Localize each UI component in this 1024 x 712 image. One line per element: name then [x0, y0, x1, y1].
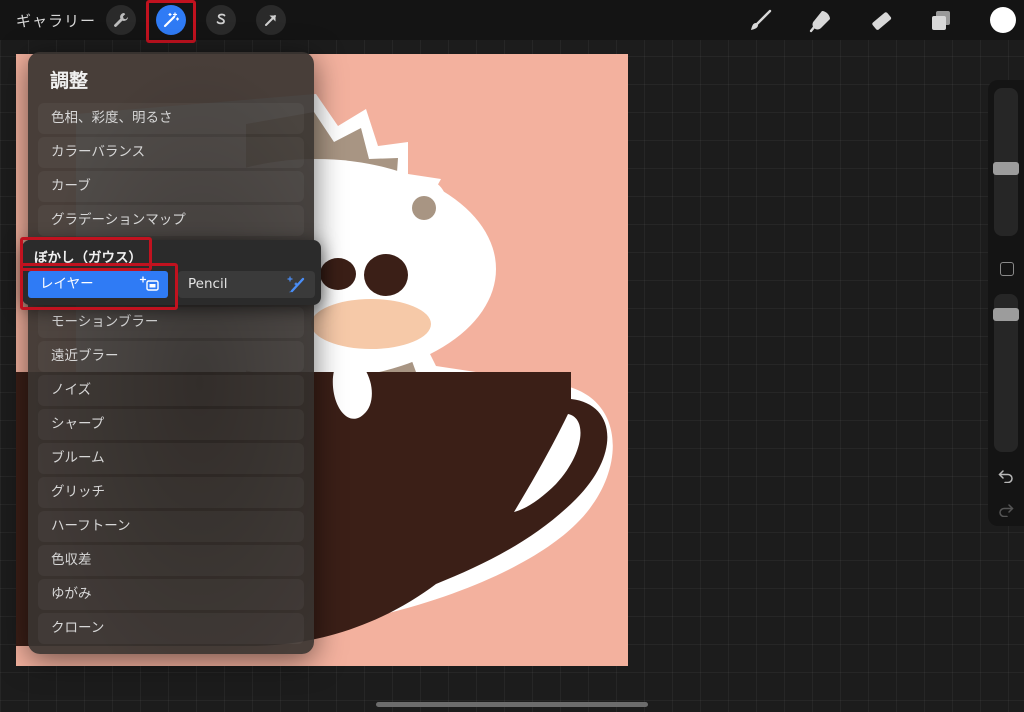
adjustments-highlight	[146, 0, 196, 43]
menu-item-noise[interactable]: ノイズ	[38, 375, 304, 406]
transform-arrow-icon[interactable]	[256, 5, 286, 35]
wrench-icon[interactable]	[106, 5, 136, 35]
menu-item-sharpen[interactable]: シャープ	[38, 409, 304, 440]
right-sidebar	[988, 80, 1024, 526]
undo-icon[interactable]	[998, 468, 1014, 487]
menu-item-glitch[interactable]: グリッチ	[38, 477, 304, 508]
gallery-button[interactable]: ギャラリー	[16, 10, 96, 31]
menu-item-clone[interactable]: クローン	[38, 613, 304, 644]
brush-icon[interactable]	[748, 8, 774, 38]
top-toolbar: ギャラリー	[0, 0, 1024, 43]
color-dot-icon[interactable]	[990, 7, 1016, 33]
menu-item-chromatic-aberration[interactable]: 色収差	[38, 545, 304, 576]
opacity-slider[interactable]	[993, 294, 1019, 452]
menu-title: 調整	[50, 70, 89, 92]
menu-item-perspective-blur[interactable]: 遠近ブラー	[38, 341, 304, 372]
adjustments-menu: 調整 色相、彩度、明るさ カラーバランス カーブ グラデーションマップ モーショ…	[28, 52, 314, 654]
menu-item-bloom[interactable]: ブルーム	[38, 443, 304, 474]
menu-item-hue-saturation[interactable]: 色相、彩度、明るさ	[38, 103, 304, 134]
opacity-handle[interactable]	[993, 308, 1019, 321]
layers-icon[interactable]	[928, 8, 954, 38]
menu-item-liquify[interactable]: ゆがみ	[38, 579, 304, 610]
menu-item-motion-blur[interactable]: モーションブラー	[38, 307, 304, 338]
pencil-option-label: Pencil	[188, 276, 228, 292]
menu-item-curves[interactable]: カーブ	[38, 171, 304, 202]
brush-size-slider[interactable]	[993, 88, 1019, 236]
brush-size-handle[interactable]	[993, 162, 1019, 175]
pencil-sparkle-icon	[285, 275, 307, 303]
menu-item-gradient-map[interactable]: グラデーションマップ	[38, 205, 304, 236]
selection-s-icon[interactable]	[206, 5, 236, 35]
layer-option-highlight	[20, 263, 178, 310]
home-indicator	[376, 702, 648, 707]
menu-item-halftone[interactable]: ハーフトーン	[38, 511, 304, 542]
gaussian-blur-pencil-option[interactable]: Pencil	[178, 271, 315, 298]
smudge-icon[interactable]	[808, 8, 834, 38]
modify-square-icon[interactable]	[1000, 262, 1014, 276]
redo-icon[interactable]	[998, 502, 1014, 521]
menu-item-color-balance[interactable]: カラーバランス	[38, 137, 304, 168]
eraser-icon[interactable]	[868, 8, 894, 38]
